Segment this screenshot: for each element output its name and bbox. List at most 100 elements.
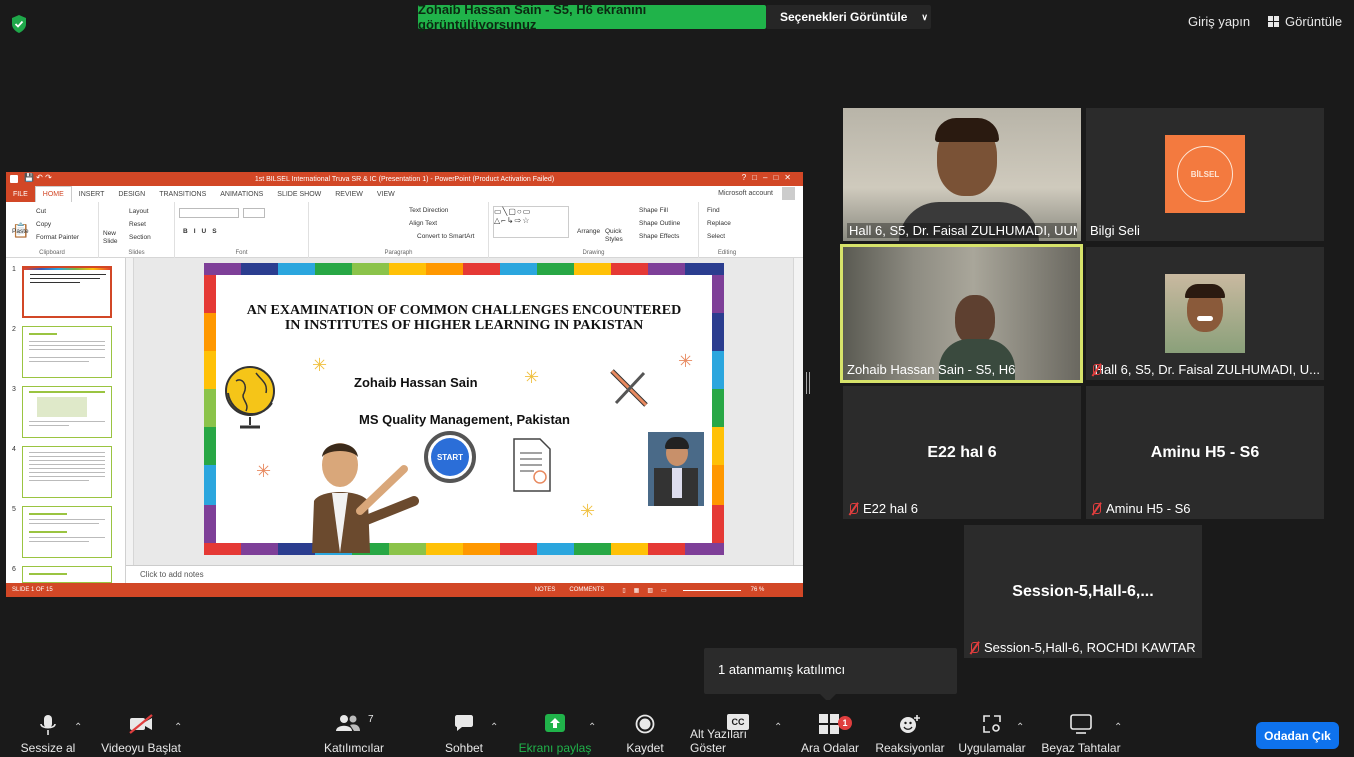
slide-thumbnails-pane[interactable]: 1 2 3 4 5 6 (6, 258, 126, 583)
chat-button[interactable]: Sohbet (438, 700, 490, 757)
slides-group-label: Slides (128, 250, 145, 256)
tab-transitions[interactable]: TRANSITIONS (152, 186, 213, 202)
view-button[interactable]: Görüntüle (1268, 14, 1342, 29)
text-direction-button[interactable]: Text Direction (409, 207, 448, 214)
tab-design[interactable]: DESIGN (111, 186, 152, 202)
slide-thumbnail-1[interactable] (22, 266, 112, 318)
video-tile-faisal-2[interactable]: Hall 6, S5, Dr. Faisal ZULHUMADI, U... (1086, 247, 1324, 380)
quick-styles-button[interactable]: Quick Styles (605, 228, 625, 244)
video-tile-faisal[interactable]: Hall 6, S5, Dr. Faisal ZULHUMADI, UUM (843, 108, 1081, 241)
video-tile-aminu[interactable]: Aminu H5 - S6 Aminu H5 - S6 (1086, 386, 1324, 519)
find-button[interactable]: Find (707, 207, 720, 214)
author-name: Zohaib Hassan Sain (354, 375, 478, 390)
slide-thumbnail-4[interactable] (22, 446, 112, 498)
reactions-button[interactable]: Reaksiyonlar (874, 700, 946, 757)
tab-view[interactable]: VIEW (370, 186, 402, 202)
apps-options-caret[interactable]: ⌃ (1016, 722, 1024, 733)
view-mode-icons[interactable]: ▯▦▥▭ (622, 587, 674, 594)
slide-thumbnail-2[interactable] (22, 326, 112, 378)
leave-meeting-button[interactable]: Odadan Çık (1256, 722, 1339, 749)
author-affiliation: MS Quality Management, Pakistan (359, 412, 570, 427)
shape-effects-button[interactable]: Shape Effects (639, 233, 679, 240)
start-video-button[interactable]: Videoyu Başlat (98, 700, 184, 757)
mute-options-caret[interactable]: ⌃ (74, 722, 82, 733)
ppt-window-controls[interactable]: ?□–□✕ (742, 173, 797, 182)
whiteboard-options-caret[interactable]: ⌃ (1114, 722, 1122, 733)
view-button-label: Görüntüle (1285, 14, 1343, 29)
participant-name: E22 hal 6 (863, 501, 918, 516)
account-avatar-icon[interactable] (782, 187, 795, 200)
shared-screen[interactable]: 💾 ↶ ↷ 1st BILSEL International Truva SR … (6, 172, 803, 597)
record-button[interactable]: Kaydet (620, 700, 670, 757)
thumb-number: 6 (12, 566, 16, 573)
slide-scrollbar[interactable] (793, 258, 803, 565)
notes-button[interactable]: NOTES (535, 587, 556, 593)
chat-options-caret[interactable]: ⌃ (490, 722, 498, 733)
tab-home[interactable]: HOME (34, 186, 72, 202)
tab-insert[interactable]: INSERT (72, 186, 112, 202)
ppt-quick-access[interactable]: 💾 ↶ ↷ (24, 173, 52, 182)
zoom-level[interactable]: 76 % (751, 587, 765, 593)
arrange-button[interactable]: Arrange (577, 228, 600, 235)
microsoft-account[interactable]: Microsoft account (718, 190, 773, 197)
cut-button[interactable]: Cut (36, 208, 46, 215)
start-label: START (431, 438, 469, 476)
reset-button[interactable]: Reset (129, 221, 146, 228)
font-size-select[interactable] (243, 208, 265, 218)
shapes-gallery[interactable]: ▭╲▢○▭ △⌐↳⇨☆ (493, 206, 569, 238)
layout-button[interactable]: Layout (129, 208, 149, 215)
format-painter-button[interactable]: Format Painter (36, 234, 79, 241)
video-options-caret[interactable]: ⌃ (174, 722, 182, 733)
zoom-slider[interactable] (682, 589, 741, 591)
new-slide-button[interactable]: New Slide (103, 230, 121, 246)
participant-video (843, 108, 1081, 241)
font-name-select[interactable] (179, 208, 239, 218)
paste-button[interactable]: Paste (12, 228, 29, 235)
video-tile-zohaib-active-speaker[interactable]: Zohaib Hassan Sain - S5, H6 (840, 244, 1083, 383)
security-shield-icon[interactable] (10, 14, 28, 34)
comments-button[interactable]: COMMENTS (569, 587, 604, 593)
font-group-label: Font (235, 250, 248, 256)
whiteboards-button[interactable]: Beyaz Tahtalar (1040, 700, 1122, 757)
notes-pane[interactable]: Click to add notes (126, 565, 803, 583)
video-tile-session5[interactable]: Session-5,Hall-6,... Session-5,Hall-6, R… (964, 525, 1202, 658)
view-options-button[interactable]: Seçenekleri Görüntüle ∨ (766, 5, 931, 29)
slide-thumbnail-6[interactable] (22, 566, 112, 583)
shape-fill-button[interactable]: Shape Fill (639, 207, 668, 214)
tab-animations[interactable]: ANIMATIONS (213, 186, 270, 202)
select-button[interactable]: Select (707, 233, 725, 240)
drawing-group: ▭╲▢○▭ △⌐↳⇨☆ Arrange Quick Styles Shape Fi… (489, 202, 699, 258)
sparkle-icon: ✳ (256, 461, 272, 481)
clipboard-group: 📋 Paste Cut Copy Format Painter Clipboar… (6, 202, 99, 258)
current-slide[interactable]: AN EXAMINATION OF COMMON CHALLENGES ENCO… (204, 263, 724, 555)
chevron-down-icon: ∨ (921, 11, 928, 22)
muted-mic-icon (968, 641, 980, 655)
video-tile-e22[interactable]: E22 hal 6 E22 hal 6 (843, 386, 1081, 519)
align-text-button[interactable]: Align Text (409, 220, 437, 227)
unassigned-participants-tooltip: 1 atanmamış katılımcı (704, 648, 957, 694)
font-format-buttons[interactable]: BIUS (183, 228, 223, 235)
copy-button[interactable]: Copy (36, 221, 51, 228)
slide-thumbnail-5[interactable] (22, 506, 112, 558)
section-button[interactable]: Section (129, 234, 151, 241)
signin-link[interactable]: Giriş yapın (1188, 14, 1250, 29)
vertical-divider-handle[interactable] (806, 372, 810, 394)
slide-thumbnail-3[interactable] (22, 386, 112, 438)
video-tile-bilgi-seli[interactable]: BİLSEL Bilgi Seli (1086, 108, 1324, 241)
convert-smartart-button[interactable]: Convert to SmartArt (417, 233, 474, 240)
share-screen-button[interactable]: Ekranı paylaş (518, 700, 592, 757)
participants-button[interactable]: 7 Katılımcılar (318, 700, 390, 757)
shape-outline-button[interactable]: Shape Outline (639, 220, 680, 227)
breakout-rooms-button[interactable]: 1 Ara Odalar (798, 700, 862, 757)
replace-button[interactable]: Replace (707, 220, 731, 227)
muted-mic-icon (847, 502, 859, 516)
participant-name: Aminu H5 - S6 (1106, 501, 1191, 516)
captions-button[interactable]: CC Alt Yazıları Göster (690, 700, 786, 757)
thumbs-scrollbar[interactable] (126, 258, 134, 583)
tab-file[interactable]: FILE (6, 186, 35, 202)
captions-options-caret[interactable]: ⌃ (774, 722, 782, 733)
tab-review[interactable]: REVIEW (328, 186, 370, 202)
share-options-caret[interactable]: ⌃ (588, 722, 596, 733)
tab-slide-show[interactable]: SLIDE SHOW (270, 186, 328, 202)
mute-button[interactable]: Sessize al (16, 700, 80, 757)
